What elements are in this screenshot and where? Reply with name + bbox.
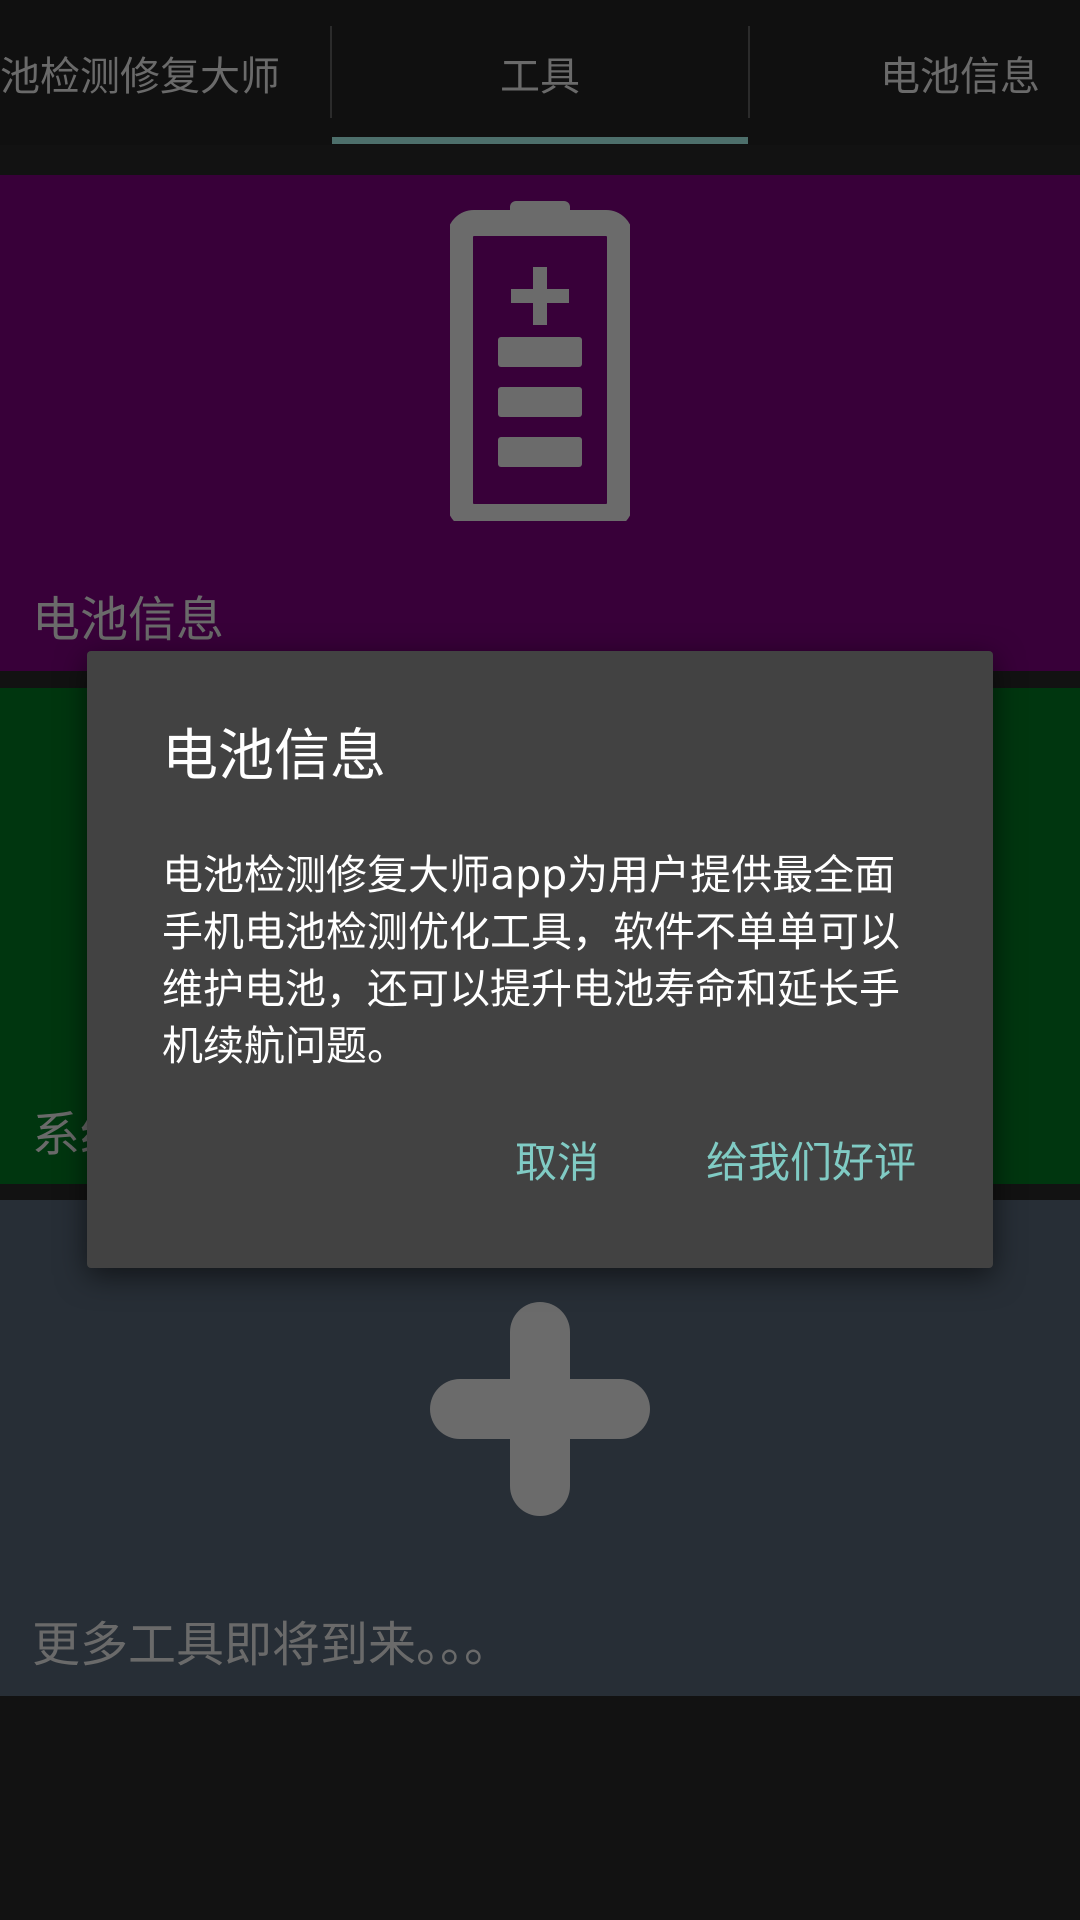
tab-battery-info[interactable]: 电池信息 (750, 0, 1080, 145)
rate-us-button[interactable]: 给我们好评 (696, 1121, 926, 1198)
tab-label: 工具 (500, 53, 580, 100)
cancel-button[interactable]: 取消 (505, 1121, 609, 1198)
tab-app-name[interactable]: 池检测修复大师 (0, 0, 330, 145)
tab-bar: 池检测修复大师 工具 电池信息 (0, 0, 1080, 145)
tab-label: 池检测修复大师 (0, 53, 280, 100)
battery-info-card[interactable]: 电池信息 (0, 175, 1080, 671)
dialog-message: 电池检测修复大师app为用户提供最全面手机电池检测优化工具，软件不单单可以维护电… (162, 851, 900, 1070)
screen: 池检测修复大师 工具 电池信息 电池信息 系统 更多工具即将到来。。。 电池信息… (0, 0, 1080, 1920)
more-tools-card[interactable]: 更多工具即将到来。。。 (0, 1200, 1080, 1696)
tab-tools[interactable]: 工具 (332, 0, 748, 145)
tab-indicator (332, 137, 748, 144)
card-label: 电池信息 (32, 592, 225, 648)
plus-icon (430, 1302, 650, 1516)
tab-label: 电池信息 (880, 53, 1040, 100)
battery-info-dialog: 电池信息 电池检测修复大师app为用户提供最全面手机电池检测优化工具，软件不单单… (87, 651, 993, 1268)
card-label: 更多工具即将到来。。。 (32, 1617, 513, 1673)
dialog-title: 电池信息 (162, 724, 386, 789)
battery-icon (450, 201, 630, 521)
